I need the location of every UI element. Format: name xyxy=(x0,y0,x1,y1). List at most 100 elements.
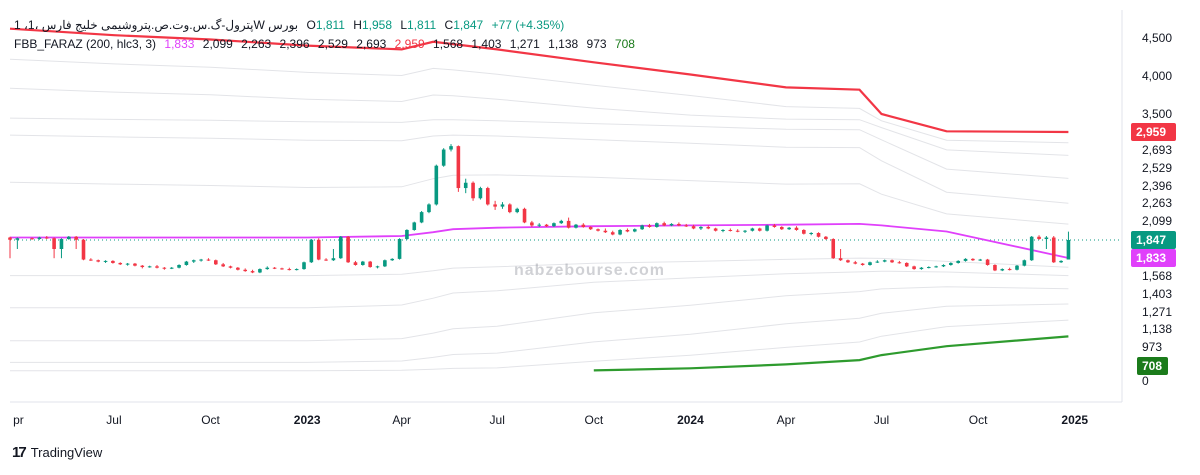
price-label: 2,529 xyxy=(1142,161,1172,175)
legend-high: 1,958 xyxy=(361,18,392,32)
candle-body xyxy=(956,260,960,263)
candle-body xyxy=(368,261,372,268)
candle-body xyxy=(1059,260,1063,263)
price-label: 1,271 xyxy=(1142,305,1172,319)
candle-body xyxy=(427,204,431,213)
candle-body xyxy=(1022,260,1027,266)
time-tick-label: Oct xyxy=(201,413,220,427)
candle-body xyxy=(618,229,622,235)
indicator-value-lower: 708 xyxy=(614,37,635,51)
candle-body xyxy=(250,271,255,273)
time-tick-label: 2023 xyxy=(294,413,321,427)
indicator-value-l4: 1,138 xyxy=(548,37,579,51)
candle-body xyxy=(331,258,336,261)
candle-body xyxy=(926,267,931,269)
candle-body xyxy=(1044,237,1049,240)
candle-body xyxy=(184,261,189,265)
candle-body xyxy=(544,224,549,227)
candle-body xyxy=(346,236,350,263)
candle-body xyxy=(655,223,659,227)
candle-body xyxy=(919,267,924,270)
candle-body xyxy=(787,227,791,230)
candle-body xyxy=(603,230,608,233)
legend-open: 1,811 xyxy=(315,18,345,32)
candle-body xyxy=(478,188,483,199)
candle-body xyxy=(206,259,211,261)
price-tick-label: 4,500 xyxy=(1142,31,1172,45)
candle-body xyxy=(669,223,674,226)
candle-body xyxy=(552,223,556,227)
candle-body xyxy=(647,225,652,227)
indicator-value-u4: 2,529 xyxy=(317,37,348,51)
tradingview-label: TradingView xyxy=(30,445,103,460)
indicator-value-u2: 2,263 xyxy=(241,37,272,51)
candle-body xyxy=(162,267,167,269)
indicator-value-u1: 2,099 xyxy=(202,37,233,51)
candle-body xyxy=(765,225,769,231)
candle-body xyxy=(191,260,196,262)
candle-body xyxy=(508,204,512,213)
candle-body xyxy=(419,212,424,223)
time-tick-label: Apr xyxy=(392,413,411,427)
legend-c-label: C xyxy=(444,18,454,32)
candle-body xyxy=(1007,269,1012,271)
candle-body xyxy=(566,220,571,228)
indicator-value-l3: 1,271 xyxy=(509,37,540,51)
candle-body xyxy=(971,258,975,261)
candle-body xyxy=(434,165,439,205)
candle-body xyxy=(588,226,593,230)
candle-body xyxy=(985,259,990,265)
candle-body xyxy=(875,261,880,263)
legend-change: +77 (+4.35%) xyxy=(491,18,565,32)
chart-canvas: pr Jul Oct 2023 Apr Jul Oct 2024 Apr Jul Oct 2025 0 4… xyxy=(0,0,1200,470)
time-tick-label: Oct xyxy=(969,413,988,427)
candle-body xyxy=(721,229,725,231)
candle-body xyxy=(294,269,299,271)
candle-body xyxy=(67,236,71,240)
candle-body xyxy=(324,259,328,261)
candle-body xyxy=(993,264,997,271)
candle-body xyxy=(596,229,600,231)
candle-body xyxy=(383,260,387,267)
price-box-label: 708 xyxy=(1142,359,1162,373)
time-tick-label: Jul xyxy=(874,413,889,427)
candle-body xyxy=(412,222,417,230)
tradingview-branding[interactable]: 17 TradingView xyxy=(12,444,102,461)
indicator-value-upper: 2,959 xyxy=(394,37,425,51)
candle-body xyxy=(302,262,306,270)
candle-body xyxy=(662,223,666,226)
candle-body xyxy=(640,225,644,230)
candle-body xyxy=(1051,237,1056,263)
candle-body xyxy=(963,258,968,261)
candle-body xyxy=(287,269,292,271)
indicator-value-l2: 1,403 xyxy=(471,37,502,51)
chart-background xyxy=(0,0,1200,470)
price-box-label: 1,833 xyxy=(1136,251,1166,265)
candle-body xyxy=(133,263,137,266)
candle-body xyxy=(111,260,115,263)
candle-body xyxy=(757,228,762,231)
legend-h-label: H xyxy=(353,18,362,32)
candle-body xyxy=(221,264,225,267)
watermark: nabzebourse.com xyxy=(514,262,666,279)
time-tick-label: Jul xyxy=(106,413,121,427)
candle-body xyxy=(258,269,262,273)
candle-body xyxy=(853,262,858,264)
candle-body xyxy=(941,264,946,267)
candle-body xyxy=(809,232,813,234)
candle-body xyxy=(978,259,983,261)
candle-body xyxy=(838,258,843,261)
candle-body xyxy=(199,259,203,261)
candle-body xyxy=(118,262,123,265)
candle-body xyxy=(735,230,740,232)
candle-body xyxy=(449,146,453,150)
candle-body xyxy=(632,229,637,232)
legend-symbol-row: 1 ،پترول-گ.س.وت.ص.پتروشیمی خلیج فارس ،1W… xyxy=(14,18,569,32)
legend-close: 1,847 xyxy=(453,18,484,32)
candle-body xyxy=(500,204,505,207)
candle-body xyxy=(537,224,542,226)
candle-body xyxy=(456,146,461,189)
price-label: 973 xyxy=(1142,340,1162,354)
time-tick-label: Jul xyxy=(490,413,505,427)
candle-body xyxy=(52,238,56,249)
